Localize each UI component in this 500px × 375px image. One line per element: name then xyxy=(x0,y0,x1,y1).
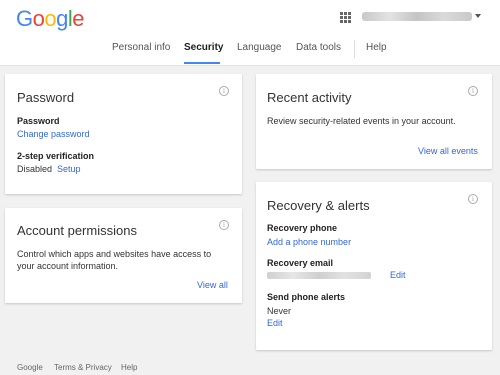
password-card: Password i Password Change password 2-st… xyxy=(5,74,242,194)
logo-letter-o1: o xyxy=(32,6,45,31)
active-tab-indicator xyxy=(184,62,220,64)
password-card-title: Password xyxy=(17,90,75,105)
tab-language[interactable]: Language xyxy=(237,42,282,53)
setup-link[interactable]: Setup xyxy=(57,164,81,174)
view-all-events-link[interactable]: View all events xyxy=(418,146,478,156)
account-permissions-card: Account permissions i Control which apps… xyxy=(5,208,242,303)
tab-security[interactable]: Security xyxy=(184,42,223,53)
caret-down-icon[interactable] xyxy=(475,14,481,18)
footer-terms-link[interactable]: Terms & Privacy xyxy=(54,363,112,372)
recovery-email-label: Recovery email xyxy=(267,258,334,268)
send-phone-alerts-label: Send phone alerts xyxy=(267,292,346,302)
logo-letter-g2: g xyxy=(56,6,68,31)
change-password-link[interactable]: Change password xyxy=(17,129,90,139)
logo-letter-g1: G xyxy=(16,6,33,31)
footer-help-link[interactable]: Help xyxy=(121,363,137,372)
activity-description: Review security-related events in your a… xyxy=(267,116,456,126)
logo-letter-o2: o xyxy=(44,6,57,31)
top-header: Google Personal info Security Language D… xyxy=(0,0,500,66)
info-icon[interactable]: i xyxy=(219,220,229,230)
logo-letter-e: e xyxy=(72,6,85,31)
add-phone-link[interactable]: Add a phone number xyxy=(267,237,351,247)
top-nav: Personal info Security Language Data too… xyxy=(0,40,500,66)
recent-activity-card: Recent activity i Review security-relate… xyxy=(256,74,492,169)
alerts-edit-link[interactable]: Edit xyxy=(267,318,283,328)
footer-google-link[interactable]: Google xyxy=(17,363,43,372)
info-icon[interactable]: i xyxy=(468,194,478,204)
recovery-card-title: Recovery & alerts xyxy=(267,198,370,213)
two-step-label: 2-step verification xyxy=(17,151,95,161)
permissions-card-title: Account permissions xyxy=(17,223,137,238)
nav-divider xyxy=(354,40,355,58)
view-all-link[interactable]: View all xyxy=(197,280,228,290)
recovery-email-blurred xyxy=(267,272,371,279)
email-edit-link[interactable]: Edit xyxy=(390,270,406,280)
permissions-description-line1: Control which apps and websites have acc… xyxy=(17,249,212,259)
activity-card-title: Recent activity xyxy=(267,90,352,105)
permissions-description-line2: your account information. xyxy=(17,261,119,271)
account-name-blurred[interactable] xyxy=(362,12,472,21)
tab-help[interactable]: Help xyxy=(366,42,387,53)
tab-data-tools[interactable]: Data tools xyxy=(296,42,341,53)
info-icon[interactable]: i xyxy=(468,86,478,96)
two-step-status: Disabled xyxy=(17,164,53,174)
info-icon[interactable]: i xyxy=(219,86,229,96)
recovery-phone-label: Recovery phone xyxy=(267,223,338,233)
tab-personal-info[interactable]: Personal info xyxy=(112,42,170,53)
phone-alerts-value: Never xyxy=(267,306,292,316)
apps-grid-icon[interactable] xyxy=(340,12,351,23)
google-logo[interactable]: Google xyxy=(16,6,85,32)
password-label: Password xyxy=(17,116,60,126)
recovery-alerts-card: Recovery & alerts i Recovery phone Add a… xyxy=(256,182,492,350)
